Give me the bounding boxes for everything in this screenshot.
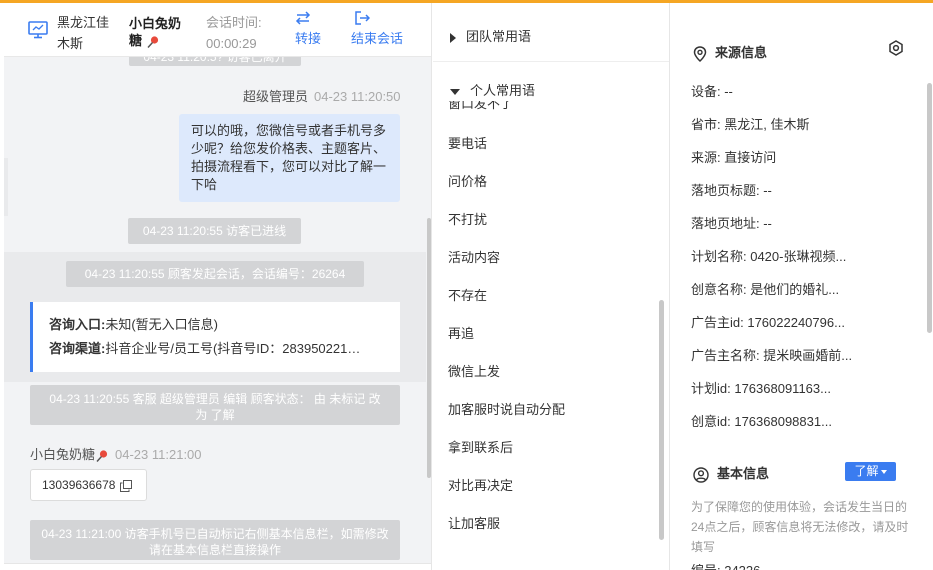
end-session-label: 结束会话 [351, 31, 404, 46]
phrase-item[interactable]: 拿到联系后 [448, 437, 513, 456]
personal-phrases-group[interactable]: 个人常用语 [450, 80, 535, 99]
agent-sender-name: 超级管理员 [243, 89, 309, 104]
caret-down-icon [880, 469, 887, 474]
field-province: 省市: 黑龙江, 佳木斯 [691, 117, 810, 132]
field-device: 设备: -- [691, 84, 733, 99]
entry-row: 咨询入口:未知(暂无入口信息) [49, 313, 400, 337]
transfer-button[interactable]: 转接 [295, 11, 321, 49]
group-divider [433, 61, 669, 62]
customer-message-time: 04-23 11:21:00 [115, 447, 202, 462]
field-creative-name: 创意名称: 是他们的婚礼... [691, 282, 840, 297]
system-message-entered: 04-23 11:20:55 访客已进线 [128, 218, 301, 244]
session-time-label: 会话时间: [206, 15, 262, 30]
phrase-item[interactable]: 不打扰 [448, 209, 487, 228]
pushpin-icon [96, 449, 108, 462]
phrase-item[interactable]: 要电话 [448, 133, 487, 152]
customer-status-dropdown[interactable]: 了解 [845, 462, 896, 481]
phrase-item[interactable]: 让加客服 [448, 513, 500, 532]
settings-icon[interactable] [888, 40, 904, 56]
edit-notice: 为了保障您的使用体验，会话发生当日的24点之后，顾客信息将无法修改，请及时填写 [691, 500, 909, 554]
entry-value: 未知(暂无入口信息) [105, 317, 219, 332]
entry-label: 咨询入口: [49, 317, 106, 332]
phone-number: 13039636678 [42, 478, 116, 492]
chat-panel: 黑龙江佳木斯 小白兔奶糖 会话时间: 00:00:29 转接 结束会话 04-2… [4, 3, 432, 570]
phrase-item-clipped-text: 窗口发不了 [448, 101, 514, 110]
field-source: 来源: 直接访问 [691, 150, 777, 165]
user-icon [693, 466, 709, 483]
customer-name: 小白兔奶糖 [129, 15, 191, 49]
info-scrollbar[interactable] [927, 83, 932, 333]
chat-messages: 04-23 11:20:5? 访客已离开 超级管理员 04-23 11:20:50… [4, 48, 426, 570]
source-info-title: 来源信息 [693, 42, 767, 62]
field-landing-url: 落地页地址: -- [691, 216, 772, 231]
chat-scrollbar[interactable] [427, 218, 431, 478]
chat-header: 黑龙江佳木斯 小白兔奶糖 会话时间: 00:00:29 转接 结束会话 [4, 3, 431, 57]
channel-value: 抖音企业号/员工号(抖音号ID：283950221… [105, 341, 361, 356]
visitor-location: 黑龙江佳木斯 [57, 15, 110, 51]
phrase-item[interactable]: 加客服时说自动分配 [448, 399, 565, 418]
end-session-button[interactable]: 结束会话 [351, 11, 403, 49]
team-phrases-group[interactable]: 团队常用语 [450, 26, 531, 45]
phrase-item[interactable]: 问价格 [448, 171, 487, 190]
phrase-item-clipped[interactable]: 窗口发不了 [448, 101, 513, 110]
source-info-title-text: 来源信息 [715, 45, 768, 60]
chat-input-top-edge [4, 563, 431, 570]
customer-status-label: 了解 [854, 464, 879, 478]
phrase-item[interactable]: 不存在 [448, 285, 487, 304]
session-time-value: 00:00:29 [206, 36, 257, 51]
phrases-scrollbar[interactable] [659, 300, 664, 540]
location-pin-icon [693, 45, 707, 62]
consult-info-card: 咨询入口:未知(暂无入口信息) 咨询渠道:抖音企业号/员工号(抖音号ID：283… [30, 302, 400, 372]
field-advertiser-id: 广告主id: 176022240796... [691, 315, 845, 330]
phrase-item[interactable]: 活动内容 [448, 247, 500, 266]
personal-phrases-label: 个人常用语 [470, 83, 536, 98]
transfer-label: 转接 [295, 31, 322, 46]
field-plan-name: 计划名称: 0420-张琳视频... [691, 249, 847, 264]
channel-label: 咨询渠道: [49, 341, 106, 356]
phrase-item[interactable]: 对比再决定 [448, 475, 513, 494]
agent-message-time: 04-23 11:20:50 [314, 89, 401, 104]
system-message-session: 04-23 11:20:55 顾客发起会话，会话编号：26264 [66, 261, 364, 287]
copy-icon[interactable] [119, 479, 132, 492]
field-customer-number: 编号: 24226 [691, 564, 760, 570]
field-plan-id: 计划id: 176368091163... [691, 381, 831, 396]
phrase-item[interactable]: 微信上发 [448, 361, 500, 380]
caret-down-icon [450, 88, 460, 95]
customer-sender-name: 小白兔奶糖 [30, 447, 96, 462]
exit-icon [355, 11, 370, 25]
quick-phrases-panel: 团队常用语 个人常用语 窗口发不了 要电话 问价格 不打扰 活动内容 不存在 再… [433, 3, 670, 570]
field-creative-id: 创意id: 176368098831... [691, 414, 832, 429]
system-message-phone: 04-23 11:21:00 访客手机号已自动标记右侧基本信息栏，如需修改请在基… [30, 520, 400, 560]
pushpin-icon [147, 35, 158, 48]
agent-sender-line: 超级管理员 04-23 11:20:50 [243, 86, 401, 105]
phrase-item[interactable]: 再追 [448, 323, 474, 342]
transfer-icon [295, 11, 311, 25]
agent-message-bubble: 可以的哦，您微信号或者手机号多少呢？给您发价格表、主题客片、拍摄流程看下，您可以… [179, 114, 400, 202]
system-message-status: 04-23 11:20:55 客服 超级管理员 编辑 顾客状态： 由 未标记 改… [30, 385, 400, 425]
basic-info-title: 基本信息 [693, 463, 769, 483]
customer-sender-line: 小白兔奶糖 04-23 11:21:00 [30, 444, 202, 463]
channel-row: 咨询渠道:抖音企业号/员工号(抖音号ID：283950221… [49, 337, 400, 361]
caret-right-icon [450, 32, 456, 43]
team-phrases-label: 团队常用语 [466, 29, 532, 44]
field-advertiser-name: 广告主名称: 提米映画婚前... [691, 348, 853, 363]
basic-info-title-text: 基本信息 [717, 466, 770, 481]
phone-message[interactable]: 13039636678 [30, 469, 147, 501]
monitor-icon [28, 21, 48, 39]
field-landing-title: 落地页标题: -- [691, 183, 772, 198]
customer-info-panel: 来源信息 设备: -- 省市: 黑龙江, 佳木斯 来源: 直接访问 落地页标题:… [671, 3, 933, 570]
